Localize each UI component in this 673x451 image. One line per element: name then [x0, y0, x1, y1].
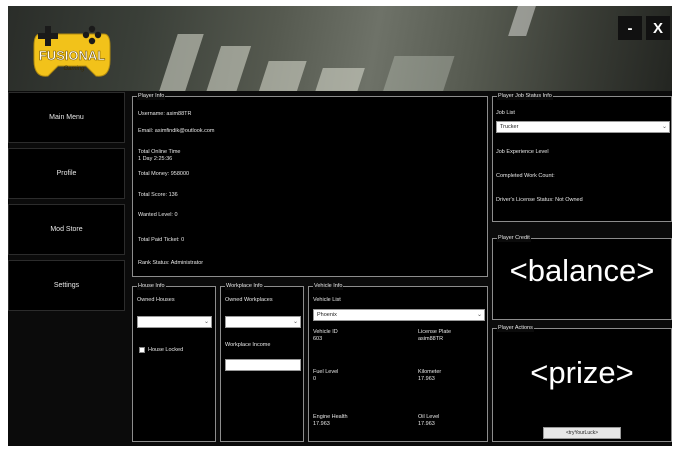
- job-status-title: Player Job Status Info: [497, 92, 553, 100]
- workplace-income-field[interactable]: [225, 359, 301, 371]
- online-time-label: Total Online Time 1 Day 2:25:36: [138, 149, 181, 162]
- workplace-income-label: Workplace Income: [225, 342, 271, 348]
- owned-workplaces-label: Owned Workplaces: [225, 297, 273, 303]
- banner-streak: [508, 6, 536, 36]
- player-actions-title: Player Actions: [497, 324, 534, 332]
- money-label: Total Money: 958000: [138, 171, 190, 177]
- score-label: Total Score: 136: [138, 192, 178, 198]
- chevron-down-icon: ⌄: [292, 319, 298, 325]
- fuel-level-label: Fuel Level 0: [313, 369, 339, 382]
- vehicle-info-title: Vehicle Info: [313, 282, 344, 290]
- vehicle-list-dropdown[interactable]: Phoenix ⌄: [313, 309, 485, 321]
- player-info-title: Player Info: [137, 92, 166, 100]
- fusional-logo: FUSIONAL Gaming: [33, 25, 111, 77]
- vehicle-list-label: Vehicle List: [313, 297, 341, 303]
- owned-workplaces-dropdown[interactable]: ⌄: [225, 316, 301, 328]
- banner-streak: [204, 46, 252, 91]
- username-label: Username: asim88TR: [138, 111, 192, 117]
- banner-streak: [381, 56, 455, 91]
- chevron-down-icon: ⌄: [661, 124, 667, 130]
- header-banner: FUSIONAL Gaming - X: [8, 6, 672, 91]
- player-actions-group: Player Actions <prize> <tryYourLuck>: [492, 324, 672, 442]
- license-plate-label: License Plate asim88TR: [418, 329, 452, 342]
- oil-level-label: Oil Level 17.963: [418, 414, 440, 427]
- close-button[interactable]: X: [646, 16, 670, 40]
- workplace-info-group: Workplace Info Owned Workplaces ⌄ Workpl…: [220, 282, 304, 442]
- wanted-level-label: Wanted Level: 0: [138, 212, 178, 218]
- sidebar-item-main-menu[interactable]: Main Menu: [8, 92, 125, 143]
- balance-value: <balance>: [509, 253, 655, 288]
- engine-health-label: Engine Health 17.963: [313, 414, 348, 427]
- kilometer-label: Kilometer 17.963: [418, 369, 442, 382]
- vehicle-info-group: Vehicle Info Vehicle List Phoenix ⌄ Vehi…: [308, 282, 488, 442]
- chevron-down-icon: ⌄: [476, 312, 482, 318]
- house-locked-label: House Locked: [148, 347, 184, 353]
- sidebar-item-mod-store[interactable]: Mod Store: [8, 204, 125, 255]
- banner-streak: [313, 68, 365, 91]
- minimize-button[interactable]: -: [618, 16, 642, 40]
- job-list-dropdown[interactable]: Trucker ⌄: [496, 121, 670, 133]
- try-your-luck-button[interactable]: <tryYourLuck>: [543, 427, 621, 439]
- house-info-title: House Info: [137, 282, 166, 290]
- rank-status-label: Rank Status: Administrator: [138, 260, 204, 266]
- chevron-down-icon: ⌄: [203, 319, 209, 325]
- house-info-group: House Info Owned Houses ⌄ House Locked: [132, 282, 216, 442]
- sidebar-item-settings[interactable]: Settings: [8, 260, 125, 311]
- player-info-group: Player Info Username: asim88TR Email: as…: [132, 92, 488, 277]
- player-credit-title: Player Credit: [497, 234, 531, 242]
- workplace-info-title: Workplace Info: [225, 282, 264, 290]
- email-label: Email: asimfindik@outlook.com: [138, 128, 215, 134]
- house-locked-checkbox[interactable]: [139, 347, 145, 353]
- license-status-label: Driver's License Status: Not Owned: [496, 197, 583, 203]
- job-list-label: Job List: [496, 110, 515, 116]
- banner-streak: [158, 34, 204, 91]
- brand-sub-text: Gaming: [63, 66, 85, 72]
- completed-work-label: Completed Work Count:: [496, 173, 555, 179]
- owned-houses-dropdown[interactable]: ⌄: [137, 316, 212, 328]
- vehicle-id-label: Vehicle ID 603: [313, 329, 338, 342]
- job-status-group: Player Job Status Info Job List Trucker …: [492, 92, 672, 222]
- owned-houses-label: Owned Houses: [137, 297, 175, 303]
- job-list-selected: Trucker: [500, 124, 519, 130]
- vehicle-list-selected: Phoenix: [317, 312, 337, 318]
- app-window: FUSIONAL Gaming - X Main Menu Profile Mo…: [8, 6, 672, 446]
- brand-main-text: FUSIONAL: [39, 48, 106, 63]
- sidebar-item-profile[interactable]: Profile: [8, 148, 125, 199]
- prize-value: <prize>: [530, 355, 634, 390]
- player-credit-group: Player Credit <balance>: [492, 234, 672, 320]
- banner-streak: [257, 61, 307, 91]
- paid-ticket-label: Total Paid Ticket: 0: [138, 237, 185, 243]
- job-experience-label: Job Experience Level: [496, 149, 549, 155]
